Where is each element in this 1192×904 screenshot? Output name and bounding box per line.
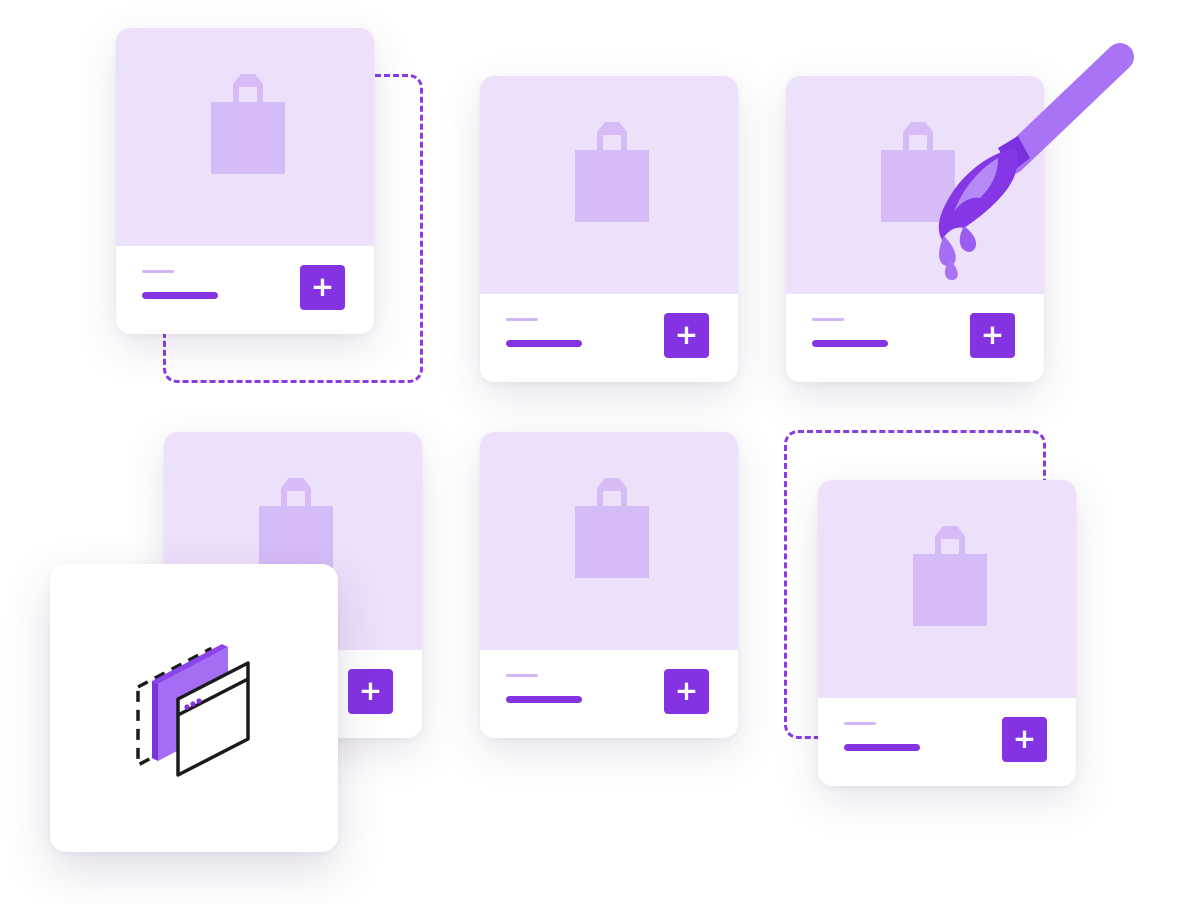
product-title-placeholder [142, 292, 218, 299]
shopping-bag-icon [211, 74, 285, 174]
product-image-placeholder [818, 480, 1076, 699]
product-card-footer: + [116, 246, 374, 334]
product-grid-canvas: + + + + + + [0, 0, 1192, 904]
product-subtitle-placeholder [142, 270, 174, 273]
product-card: + [818, 480, 1076, 786]
product-title-placeholder [506, 696, 582, 703]
shopping-bag-icon [913, 526, 987, 626]
add-to-cart-button[interactable]: + [300, 265, 345, 310]
product-image-placeholder [480, 76, 738, 295]
product-title-placeholder [844, 744, 920, 751]
product-subtitle-placeholder [812, 318, 844, 321]
product-card-footer: + [818, 698, 1076, 786]
shopping-bag-icon [259, 478, 333, 578]
add-to-cart-button[interactable]: + [970, 313, 1015, 358]
product-card-footer: + [480, 650, 738, 738]
layout-feature-tile [50, 564, 338, 852]
product-card-footer: + [480, 294, 738, 382]
product-title-placeholder [506, 340, 582, 347]
product-card-footer: + [786, 294, 1044, 382]
add-to-cart-button[interactable]: + [664, 669, 709, 714]
product-subtitle-placeholder [506, 318, 538, 321]
add-to-cart-button[interactable]: + [348, 669, 393, 714]
add-to-cart-button[interactable]: + [664, 313, 709, 358]
product-card: + [480, 76, 738, 382]
shopping-bag-icon [575, 122, 649, 222]
product-subtitle-placeholder [506, 674, 538, 677]
product-card: + [480, 432, 738, 738]
product-title-placeholder [812, 340, 888, 347]
product-subtitle-placeholder [844, 722, 876, 725]
add-to-cart-button[interactable]: + [1002, 717, 1047, 762]
shopping-bag-icon [575, 478, 649, 578]
paint-brush-icon [938, 43, 1134, 280]
product-card: + [116, 28, 374, 334]
product-image-placeholder [116, 28, 374, 247]
product-image-placeholder [480, 432, 738, 651]
layered-browser-window-icon [136, 644, 250, 777]
